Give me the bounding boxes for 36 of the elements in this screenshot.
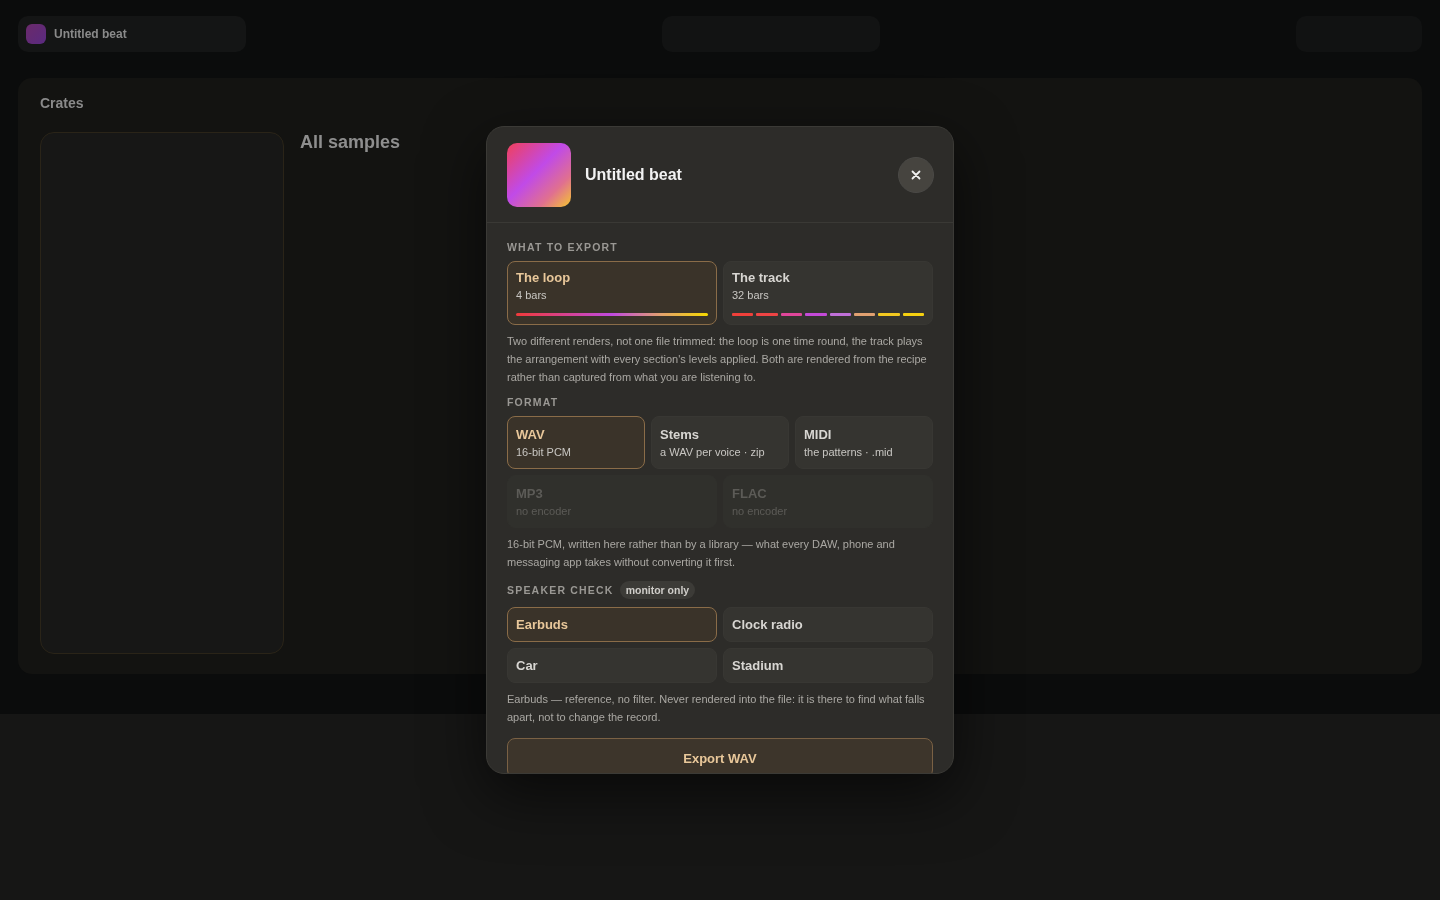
close-button[interactable] (898, 157, 934, 193)
close-icon (911, 170, 921, 180)
section-title: Crates (40, 95, 84, 111)
speaker-option[interactable]: Earbuds (507, 607, 717, 642)
dialog-title: Untitled beat (585, 166, 683, 184)
option-title: The track (732, 270, 791, 285)
option-title: The loop (516, 270, 572, 285)
speaker-option[interactable]: Car (507, 648, 717, 683)
speaker-option[interactable]: Clock radio (723, 607, 933, 642)
speaker-option[interactable]: Stadium (723, 648, 933, 683)
section-label: FORMAT (507, 396, 560, 408)
cover-art-icon (507, 143, 571, 207)
option-subtitle: 4 bars (516, 289, 548, 301)
speaker-note: Earbuds — reference, no filter. Never rendered into the file: it is there to find what falls apart, not to change the record. (507, 692, 926, 725)
export-button[interactable]: Export WAV (507, 738, 933, 773)
monitor-badge: monitor only (619, 581, 696, 599)
format-option[interactable]: MIDI the patterns · .mid (794, 416, 933, 469)
option-subtitle: the patterns · .mid (803, 446, 894, 458)
option-title: WAV (516, 427, 546, 442)
section-label: WHAT TO EXPORT (507, 241, 619, 253)
project-title: Untitled beat (54, 27, 127, 41)
export-option[interactable]: The track 32 bars (723, 261, 933, 325)
option-subtitle: 32 bars (732, 289, 770, 301)
panel-heading: All samples (300, 132, 401, 152)
format-option[interactable]: WAV 16-bit PCM (507, 416, 645, 469)
export-option[interactable]: The loop 4 bars (507, 261, 717, 325)
option-subtitle: a WAV per voice · zip (660, 446, 766, 458)
format-option[interactable]: Stems a WAV per voice · zip (651, 416, 789, 469)
option-title: MIDI (803, 427, 833, 442)
project-art-icon (26, 24, 46, 44)
option-subtitle: 16-bit PCM (516, 446, 573, 458)
format-note: 16-bit PCM, written here rather than by a library — what every DAW, phone and messaging app takes without converting it first. (507, 537, 896, 570)
section-label: SPEAKER CHECK (507, 584, 614, 596)
export-note: Two different renders, not one file trimmed: the loop is one time round, the track plays the arrangement with every section's levels applied. Both are rendered from the recipe rather than captured from what you are listening to. (507, 334, 928, 385)
option-title: Stems (660, 427, 700, 442)
project-pill[interactable]: Untitled beat (18, 16, 246, 52)
